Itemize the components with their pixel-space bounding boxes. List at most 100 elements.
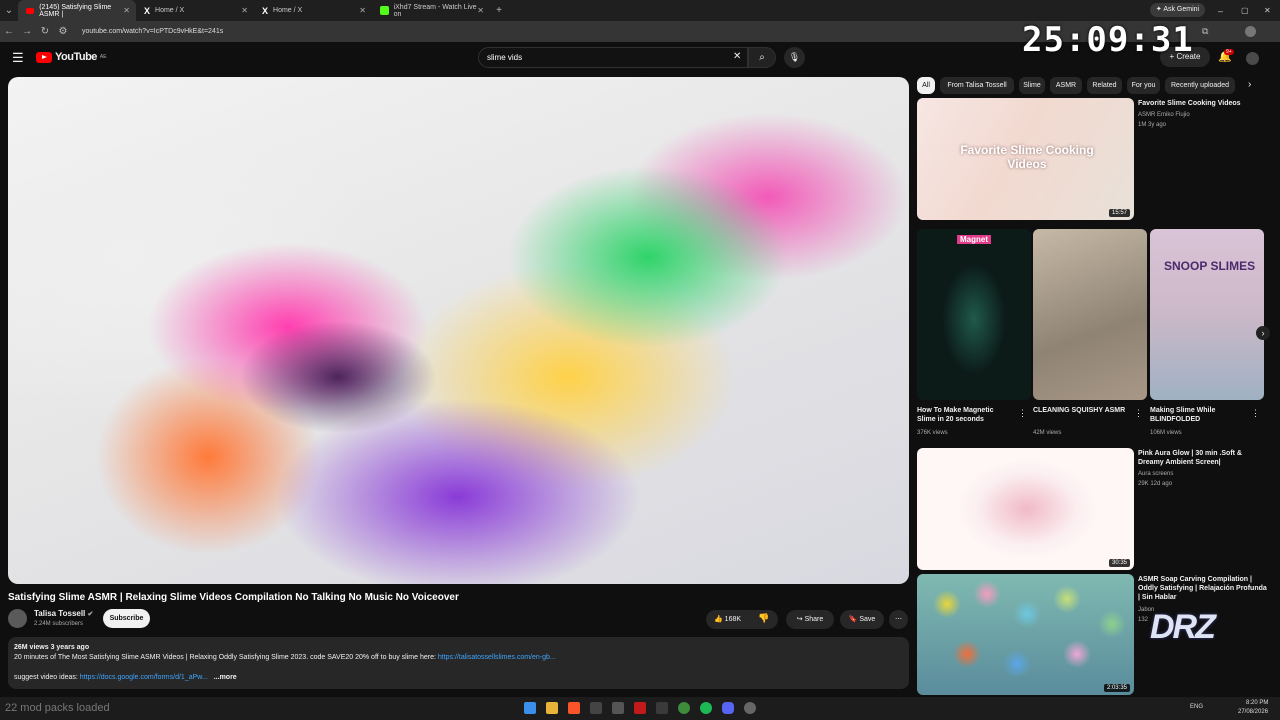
minimize-icon[interactable]: – [1218, 6, 1223, 16]
tab-youtube[interactable]: (2145) Satisfying Slime ASMR | ✕ [18, 0, 136, 21]
recommendation-title[interactable]: ASMR Soap Carving Compilation | Oddly Sa… [1138, 575, 1268, 602]
recommendation-thumbnail[interactable]: Favorite Slime Cooking Videos 15:57 [917, 98, 1134, 220]
tab-title: Home / X [155, 7, 185, 14]
more-vertical-icon[interactable]: ⋮ [1134, 408, 1143, 419]
profile-avatar[interactable] [1245, 26, 1256, 37]
chip-asmr[interactable]: ASMR [1050, 77, 1082, 94]
search-button[interactable]: ⌕ [748, 47, 776, 68]
spotify-icon[interactable] [700, 702, 712, 714]
mod-packs-overlay-text: 22 mod packs loaded [5, 702, 110, 714]
tab-title: iXhd7 Stream - Watch Live on [393, 3, 477, 18]
video-stats: 26M views 3 years ago [14, 644, 90, 651]
chip-from-channel[interactable]: From Talisa Tossell [940, 77, 1014, 94]
extensions-icon[interactable]: ⧉ [1202, 26, 1208, 37]
share-icon: ↪ [796, 616, 803, 623]
channel-avatar[interactable] [8, 609, 27, 628]
account-avatar[interactable] [1246, 52, 1259, 65]
clear-search-icon[interactable]: ✕ [733, 51, 741, 62]
more-vertical-icon[interactable]: ⋮ [1018, 408, 1027, 419]
channel-name-text: Talisa Tossell [34, 609, 86, 618]
stream-clock-overlay: 25:09:31 [1022, 20, 1194, 60]
chip-all[interactable]: All [917, 77, 935, 94]
chip-recently-uploaded[interactable]: Recently uploaded [1165, 77, 1235, 94]
tab-kick-stream[interactable]: iXhd7 Stream - Watch Live on ✕ [372, 0, 490, 21]
app-icon[interactable] [612, 702, 624, 714]
language-indicator[interactable]: ENG [1190, 704, 1203, 710]
search-input[interactable]: slime vids [478, 47, 748, 68]
recommendation-meta: 29K 12d ago [1138, 481, 1173, 487]
short-overlay-text: Magnet [957, 235, 991, 244]
video-description[interactable]: 26M views 3 years ago 20 minutes of The … [8, 637, 909, 689]
youtube-play-icon [36, 51, 52, 63]
x-favicon-icon: X [262, 5, 269, 16]
tab-menu-icon[interactable]: ⌄ [0, 5, 18, 16]
discord-icon[interactable] [722, 702, 734, 714]
show-more-button[interactable]: ...more [214, 674, 237, 681]
recommendation-thumbnail[interactable]: 30:35 [917, 448, 1134, 570]
close-window-icon[interactable]: ✕ [1264, 6, 1271, 15]
file-explorer-icon[interactable] [546, 702, 558, 714]
taskbar-time[interactable]: 8:20 PM [1246, 700, 1268, 706]
short-title[interactable]: Making Slime While BLINDFOLDED [1150, 406, 1245, 424]
thumbs-up-icon: 👍 [714, 616, 723, 623]
chevron-right-icon[interactable]: › [1248, 79, 1251, 90]
more-vertical-icon[interactable]: ⋮ [1251, 408, 1260, 419]
chip-for-you[interactable]: For you [1127, 77, 1160, 94]
recommendation-thumbnail[interactable]: 2:03:35 [917, 574, 1134, 695]
short-views: 42M views [1033, 430, 1062, 436]
short-thumbnail[interactable]: Magnet [917, 229, 1031, 400]
short-title[interactable]: How To Make Magnetic Slime in 20 seconds [917, 406, 1012, 424]
close-tab-icon[interactable]: ✕ [477, 6, 484, 15]
windows-start-icon[interactable] [524, 702, 536, 714]
short-thumbnail[interactable]: SNOOP SLIMES [1150, 229, 1264, 400]
chip-slime[interactable]: Slime [1019, 77, 1045, 94]
close-tab-icon[interactable]: ✕ [123, 6, 130, 15]
brave-browser-icon[interactable] [568, 702, 580, 714]
new-tab-icon[interactable]: + [490, 5, 508, 16]
recommendation-channel[interactable]: Aura screens [1138, 470, 1173, 478]
close-tab-icon[interactable]: ✕ [241, 6, 248, 15]
video-title: Satisfying Slime ASMR | Relaxing Slime V… [8, 592, 459, 603]
x-favicon-icon: X [144, 5, 151, 16]
app-icon[interactable] [590, 702, 602, 714]
ask-gemini-button[interactable]: ✦ Ask Gemini [1150, 3, 1205, 17]
save-button[interactable]: 🔖 Save [840, 610, 884, 629]
chrome-icon[interactable] [678, 702, 690, 714]
country-code: AE [99, 54, 107, 60]
description-link-shop[interactable]: https://talisatossellslimes.com/en-gb... [438, 654, 556, 661]
more-actions-button[interactable]: ⋯ [889, 610, 908, 629]
forward-icon[interactable]: → [18, 26, 36, 37]
dislike-button[interactable]: 👎 [758, 613, 769, 624]
tab-x-home-1[interactable]: X Home / X ✕ [136, 0, 254, 21]
subscribe-button[interactable]: Subscribe [103, 609, 150, 628]
site-info-icon[interactable]: ⚙ [54, 26, 72, 37]
short-title[interactable]: CLEANING SQUISHY ASMR [1033, 406, 1128, 415]
url-field[interactable]: youtube.com/watch?v=IcPTDc9vHkE&t=241s [82, 28, 223, 35]
hamburger-menu-icon[interactable]: ☰ [12, 50, 24, 66]
close-tab-icon[interactable]: ✕ [359, 6, 366, 15]
short-views: 376K views [917, 430, 948, 436]
share-button[interactable]: ↪ Share [786, 610, 834, 629]
app-icon[interactable] [634, 702, 646, 714]
recommendation-meta: 132 [1138, 617, 1149, 623]
video-duration: 15:57 [1108, 209, 1130, 217]
recommendation-channel[interactable]: ASMR Emiko Flujio [1138, 111, 1190, 119]
short-thumbnail[interactable] [1033, 229, 1147, 400]
thumbs-down-icon: 👎 [758, 613, 770, 623]
video-player[interactable] [8, 77, 909, 584]
taskbar-date[interactable]: 27/08/2026 [1238, 709, 1268, 715]
maximize-icon[interactable]: ▢ [1241, 6, 1249, 15]
voice-search-button[interactable]: 🎙 [784, 47, 805, 68]
app-icon[interactable] [656, 702, 668, 714]
recommendation-title[interactable]: Pink Aura Glow | 30 min .Soft & Dreamy A… [1138, 449, 1268, 467]
shorts-next-icon[interactable]: › [1256, 326, 1270, 340]
back-icon[interactable]: ← [0, 26, 18, 37]
recommendation-title[interactable]: Favorite Slime Cooking Videos [1138, 99, 1268, 108]
youtube-logo[interactable]: YouTube AE [36, 51, 107, 63]
reload-icon[interactable]: ↻ [36, 26, 54, 37]
tab-x-home-2[interactable]: X Home / X ✕ [254, 0, 372, 21]
app-icon[interactable] [744, 702, 756, 714]
description-link-form[interactable]: https://docs.google.com/forms/d/1_aPw... [80, 674, 208, 681]
chip-related[interactable]: Related [1087, 77, 1122, 94]
channel-name[interactable]: Talisa Tossell ✔ [34, 609, 93, 618]
